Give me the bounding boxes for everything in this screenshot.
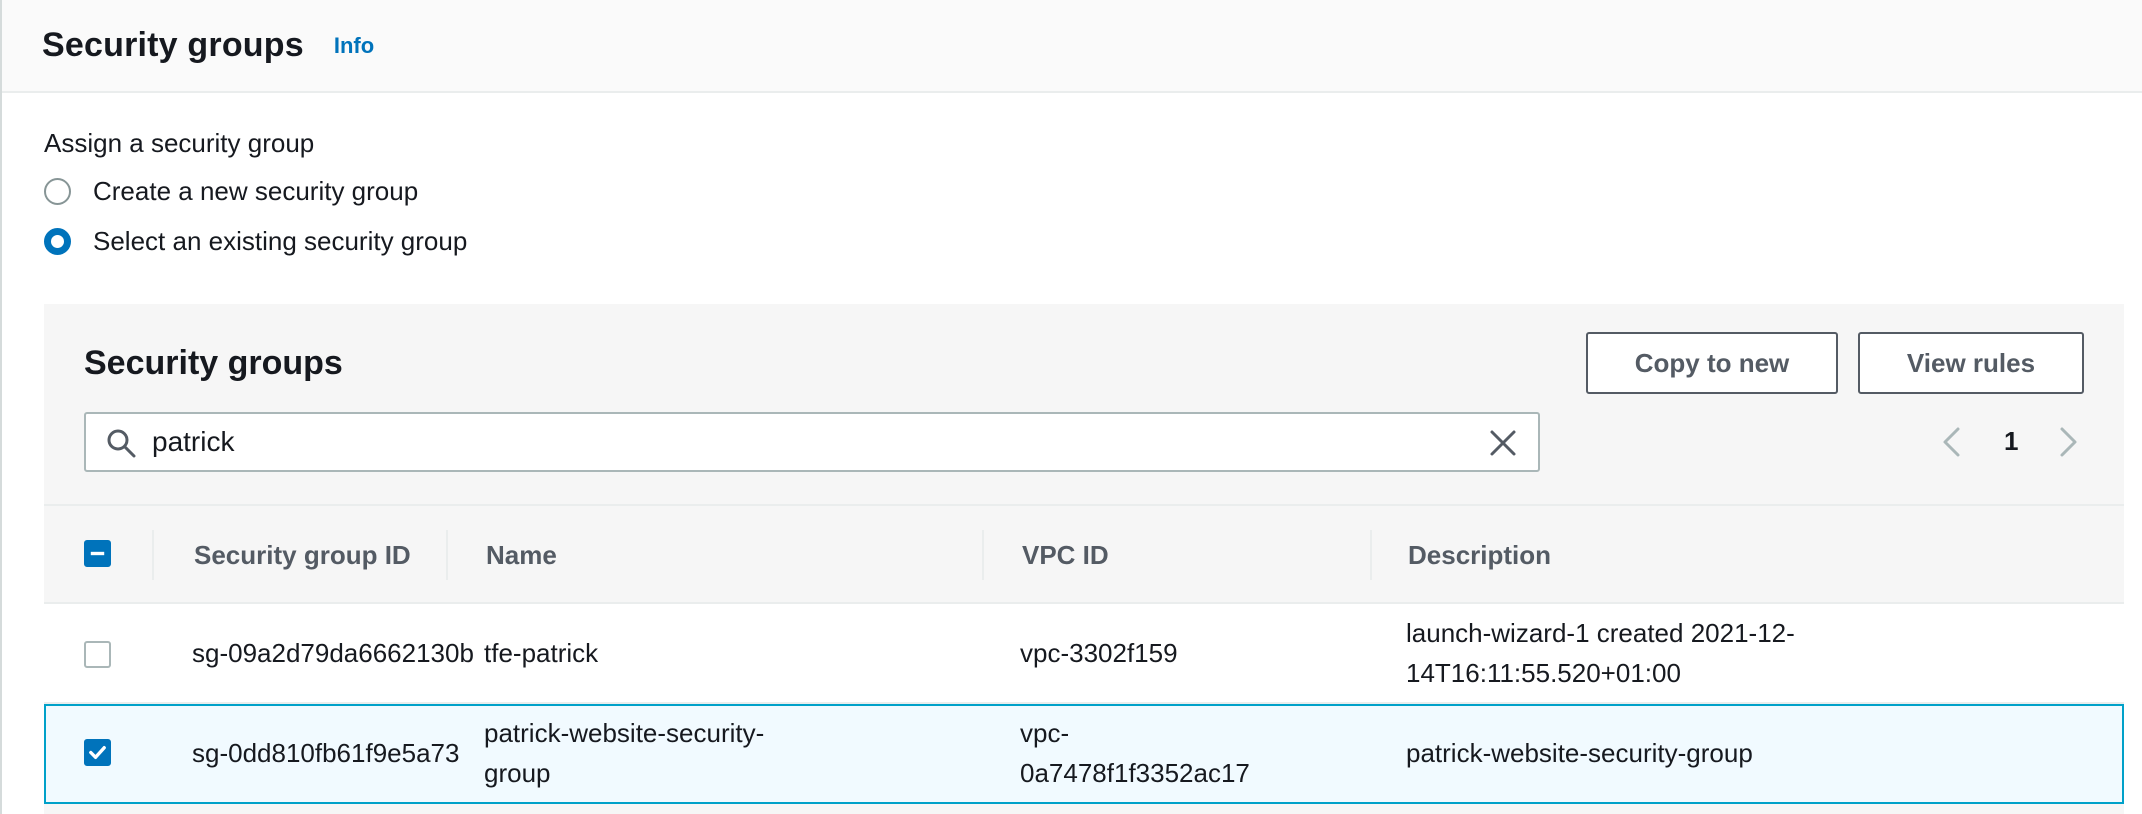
column-divider xyxy=(152,530,154,580)
radio-label: Select an existing security group xyxy=(93,226,468,256)
column-divider xyxy=(1370,530,1372,580)
radio-select-existing-security-group[interactable]: Select an existing security group xyxy=(44,226,467,257)
copy-to-new-button[interactable]: Copy to new xyxy=(1586,332,1838,394)
assign-security-group-label: Assign a security group xyxy=(44,128,315,158)
search-icon xyxy=(107,429,136,458)
description-line-2: 14T16:11:55.520+01:00 xyxy=(1406,658,1681,688)
column-divider xyxy=(446,530,448,580)
search-bar xyxy=(84,412,1540,472)
vpc-id-line-1: vpc- xyxy=(1020,718,1070,748)
security-group-name-line-1: patrick-website-security- xyxy=(484,718,765,748)
security-group-name-line-2: group xyxy=(484,758,551,788)
info-link[interactable]: Info xyxy=(334,33,374,59)
radio-create-new-security-group[interactable]: Create a new security group xyxy=(44,176,418,207)
clear-icon[interactable] xyxy=(1488,428,1518,458)
security-groups-table-container: Security groups Copy to new View rules 1 xyxy=(44,304,2124,814)
minus-icon xyxy=(90,551,105,556)
column-header-name[interactable]: Name xyxy=(486,540,557,571)
vpc-id-line-2: 0a7478f1f3352ac17 xyxy=(1020,758,1250,788)
table-row[interactable]: sg-09a2d79da6662130b tfe-patrick vpc-330… xyxy=(44,604,2124,704)
column-header-security-group-id[interactable]: Security group ID xyxy=(194,540,411,571)
chevron-left-icon[interactable] xyxy=(1940,426,1964,458)
column-header-vpc-id[interactable]: VPC ID xyxy=(1022,540,1109,571)
vpc-id: vpc-3302f159 xyxy=(1020,638,1178,668)
radio-label: Create a new security group xyxy=(93,176,419,206)
description: patrick-website-security-group xyxy=(1406,738,1753,768)
panel-title: Security groups xyxy=(42,26,304,64)
column-divider xyxy=(982,530,984,580)
security-group-id: sg-0dd810fb61f9e5a73 xyxy=(192,738,460,768)
column-header-description[interactable]: Description xyxy=(1408,540,1551,571)
checkmark-icon xyxy=(89,746,106,759)
description-line-1: launch-wizard-1 created 2021-12- xyxy=(1406,618,1795,648)
table-header: Security group ID Name VPC ID Descriptio… xyxy=(44,504,2124,604)
security-groups-panel: Security groups Info Assign a security g… xyxy=(0,0,2142,814)
radio-button-selected[interactable] xyxy=(44,228,71,255)
panel-header: Security groups Info xyxy=(2,0,2142,93)
table-title: Security groups xyxy=(84,344,343,382)
select-all-checkbox[interactable] xyxy=(84,540,111,567)
table-row-selected[interactable]: sg-0dd810fb61f9e5a73 patrick-website-sec… xyxy=(44,704,2124,804)
chevron-right-icon[interactable] xyxy=(2056,426,2080,458)
search-input[interactable] xyxy=(152,422,1472,462)
radio-button[interactable] xyxy=(44,178,71,205)
row-checkbox-checked[interactable] xyxy=(84,739,111,766)
pagination: 1 xyxy=(1940,422,2100,462)
security-group-name: tfe-patrick xyxy=(484,638,599,668)
view-rules-button[interactable]: View rules xyxy=(1858,332,2084,394)
page-number[interactable]: 1 xyxy=(2004,426,2018,457)
row-checkbox[interactable] xyxy=(84,641,111,668)
security-group-id: sg-09a2d79da6662130b xyxy=(192,638,474,668)
